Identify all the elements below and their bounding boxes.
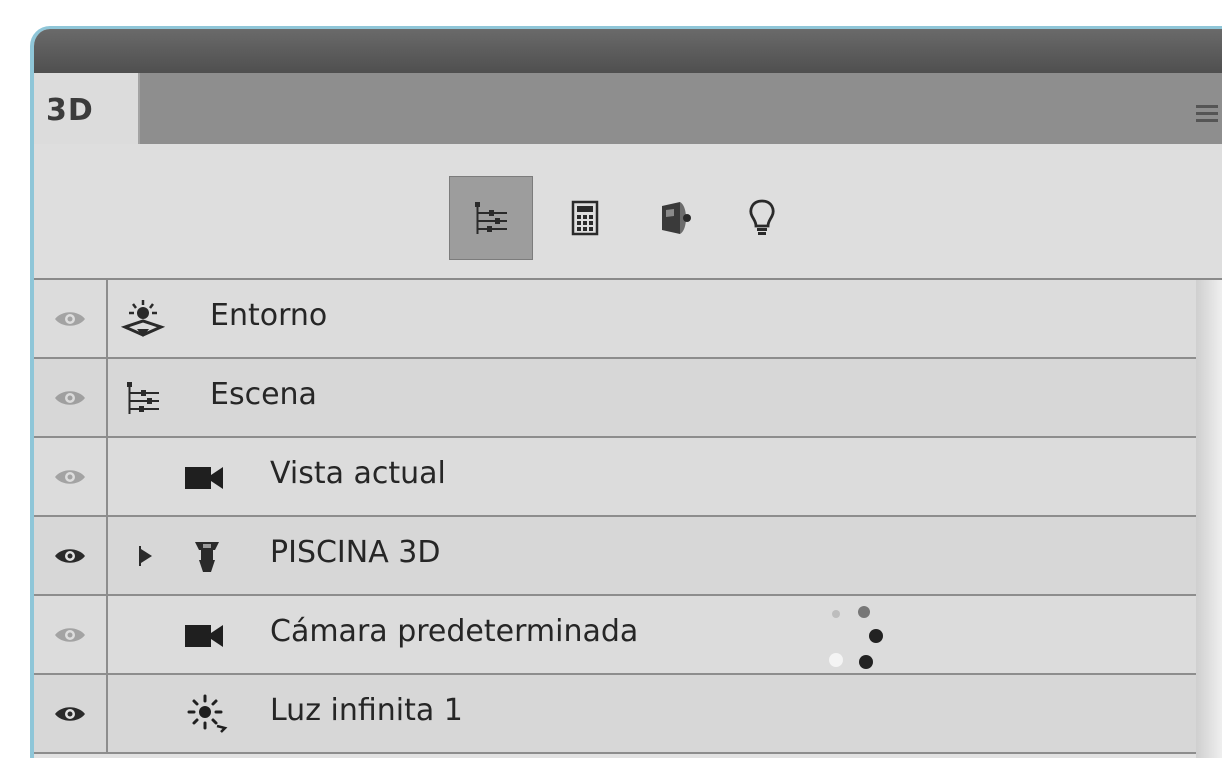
- eye-icon: [55, 627, 85, 642]
- layer-row-piscina-3d[interactable]: PISCINA 3D: [34, 517, 1196, 596]
- layer-label: Cámara predeterminada: [270, 614, 639, 649]
- layer-label: PISCINA 3D: [270, 535, 441, 570]
- layer-row-vista-actual[interactable]: Vista actual: [34, 438, 1196, 517]
- layer-row-luz-infinita-1[interactable]: Luz infinita 1: [34, 675, 1196, 754]
- scene-filter-button[interactable]: [449, 176, 533, 260]
- expand-arrow-icon[interactable]: [138, 545, 154, 567]
- eye-icon: [55, 706, 85, 721]
- eye-icon: [55, 548, 85, 563]
- tab-3d-label: 3D: [46, 93, 94, 128]
- layer-row-entorno[interactable]: Entorno: [34, 280, 1196, 359]
- layer-label: Vista actual: [270, 456, 446, 491]
- panel-menu-icon[interactable]: [1196, 105, 1218, 127]
- busy-indicator-icon: [829, 606, 883, 669]
- lights-filter-button[interactable]: [720, 176, 804, 260]
- layers-list: Entorno Escena Vista actual PISCINA 3D C…: [34, 280, 1196, 754]
- eye-icon: [55, 469, 85, 484]
- eye-icon: [55, 311, 85, 326]
- panel-edge-shade: [1196, 280, 1222, 758]
- materials-filter-button[interactable]: [634, 176, 718, 260]
- lights-filter-icon: [749, 199, 775, 235]
- layer-label: Luz infinita 1: [270, 693, 463, 728]
- panel-titlebar[interactable]: [34, 29, 1222, 73]
- visibility-toggle[interactable]: [34, 280, 108, 357]
- mesh-filter-icon: [571, 200, 599, 236]
- 3d-panel: 3D Entorno Escena Vista actual PISCINA 3…: [30, 26, 1222, 758]
- materials-filter-icon: [662, 202, 691, 234]
- camera-icon: [182, 612, 228, 658]
- scene-icon: [120, 375, 166, 421]
- layer-row-escena[interactable]: Escena: [34, 359, 1196, 438]
- visibility-toggle[interactable]: [34, 675, 108, 752]
- filter-toolbar: [34, 144, 1222, 280]
- environment-icon: [120, 296, 166, 342]
- visibility-toggle[interactable]: [34, 438, 108, 515]
- visibility-toggle[interactable]: [34, 517, 108, 594]
- layer-row-camara-predeterminada[interactable]: Cámara predeterminada: [34, 596, 1196, 675]
- visibility-toggle[interactable]: [34, 596, 108, 673]
- layer-label: Escena: [210, 377, 317, 412]
- visibility-toggle[interactable]: [34, 359, 108, 436]
- layer-label: Entorno: [210, 298, 328, 333]
- eye-icon: [55, 390, 85, 405]
- mesh-icon: [184, 533, 230, 579]
- infinite-light-icon: [184, 691, 230, 737]
- scene-filter-icon: [475, 202, 507, 234]
- camera-icon: [182, 454, 228, 500]
- mesh-filter-button[interactable]: [543, 176, 627, 260]
